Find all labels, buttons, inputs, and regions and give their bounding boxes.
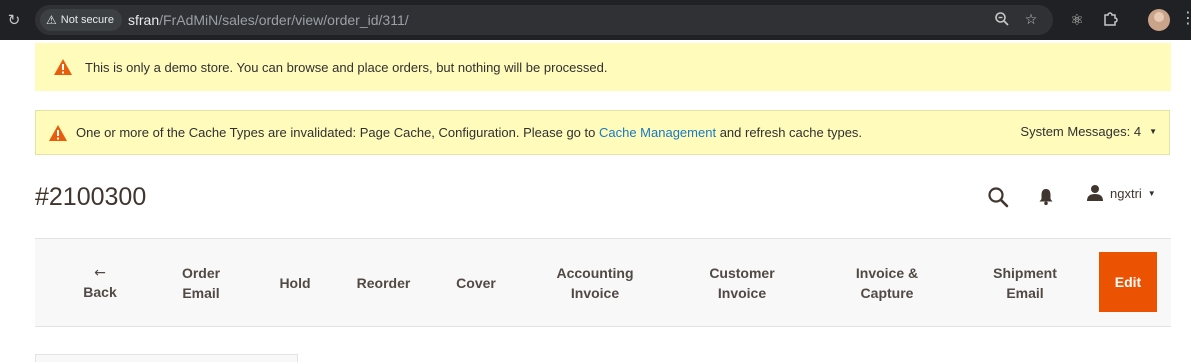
caret-down-icon: ▼: [1149, 127, 1157, 136]
zoom-icon[interactable]: [993, 11, 1011, 29]
accounting-invoice-label-line2: Invoice: [570, 284, 620, 301]
warning-icon: [49, 124, 67, 141]
edit-button[interactable]: Edit: [1099, 252, 1157, 312]
customer-invoice-label-line2: Invoice: [717, 284, 767, 301]
url-host: sfran: [128, 12, 160, 28]
reload-icon[interactable]: ↻: [4, 10, 24, 30]
back-label: Back: [83, 283, 117, 300]
search-icon[interactable]: [987, 186, 1009, 208]
order-info-tab[interactable]: [35, 354, 298, 362]
arrow-left-icon: ←: [94, 264, 106, 281]
username: ngxtri: [1110, 185, 1142, 201]
user-menu[interactable]: ngxtri ▼: [1086, 184, 1156, 202]
order-actions-toolbar: ← Back Order Email Hold Reorder Cover Ac…: [35, 238, 1171, 327]
accounting-invoice-button[interactable]: Accounting Invoice: [545, 239, 645, 326]
shipment-email-label-line2: Email: [1006, 284, 1044, 301]
admin-sidebar-edge: [0, 40, 7, 362]
bell-icon[interactable]: [1037, 186, 1055, 206]
cache-message-text: One or more of the Cache Types are inval…: [76, 125, 862, 140]
react-devtools-icon[interactable]: ⚛: [1067, 10, 1087, 30]
profile-avatar[interactable]: [1148, 9, 1170, 31]
customer-invoice-button[interactable]: Customer Invoice: [695, 239, 789, 326]
url-path: /FrAdMiN/sales/order/view/order_id/311/: [159, 12, 409, 28]
warning-icon: ⚠: [46, 13, 57, 27]
star-icon[interactable]: ☆: [1022, 11, 1040, 29]
url-text[interactable]: sfran/FrAdMiN/sales/order/view/order_id/…: [128, 12, 409, 28]
page-title: #2100300: [35, 183, 147, 211]
order-email-label-line2: Email: [182, 284, 220, 301]
system-message: One or more of the Cache Types are inval…: [35, 110, 1170, 155]
invoice-capture-button[interactable]: Invoice & Capture: [840, 239, 934, 326]
customer-invoice-label-line1: Customer: [709, 264, 775, 281]
browser-chrome: ↻ ⚠ Not secure sfran/FrAdMiN/sales/order…: [0, 0, 1191, 40]
cache-text-before: One or more of the Cache Types are inval…: [76, 125, 596, 140]
system-messages-count: System Messages: 4: [1020, 124, 1142, 139]
cache-management-link[interactable]: Cache Management: [599, 125, 716, 140]
hold-label: Hold: [279, 274, 311, 291]
demo-notice: This is only a demo store. You can brows…: [35, 43, 1171, 91]
shipment-email-button[interactable]: Shipment Email: [980, 239, 1070, 326]
cover-label: Cover: [456, 274, 496, 291]
more-icon[interactable]: ⋮: [1180, 8, 1191, 27]
invoice-capture-label-line1: Invoice &: [855, 264, 919, 281]
shipment-email-label-line1: Shipment: [993, 264, 1057, 281]
system-messages-toggle[interactable]: System Messages: 4 ▼: [1020, 124, 1157, 139]
order-email-button[interactable]: Order Email: [170, 239, 232, 326]
warning-icon: [54, 59, 72, 75]
user-icon: [1087, 185, 1103, 201]
demo-notice-text: This is only a demo store. You can brows…: [85, 59, 608, 75]
reorder-button[interactable]: Reorder: [350, 239, 417, 326]
invoice-capture-label-line2: Capture: [860, 284, 914, 301]
hold-button[interactable]: Hold: [270, 239, 320, 326]
back-button[interactable]: ← Back: [75, 239, 125, 326]
accounting-invoice-label-line1: Accounting: [556, 264, 634, 281]
reorder-label: Reorder: [356, 274, 411, 291]
security-label: Not secure: [60, 14, 114, 26]
security-chip[interactable]: ⚠ Not secure: [40, 9, 122, 31]
extension-puzzle-icon[interactable]: [1100, 10, 1120, 30]
caret-down-icon: ▼: [1147, 188, 1156, 198]
cache-text-after: and refresh cache types.: [719, 125, 863, 140]
address-bar[interactable]: ⚠ Not secure sfran/FrAdMiN/sales/order/v…: [35, 5, 1053, 35]
cover-button[interactable]: Cover: [451, 239, 501, 326]
order-email-label-line1: Order: [181, 264, 221, 281]
